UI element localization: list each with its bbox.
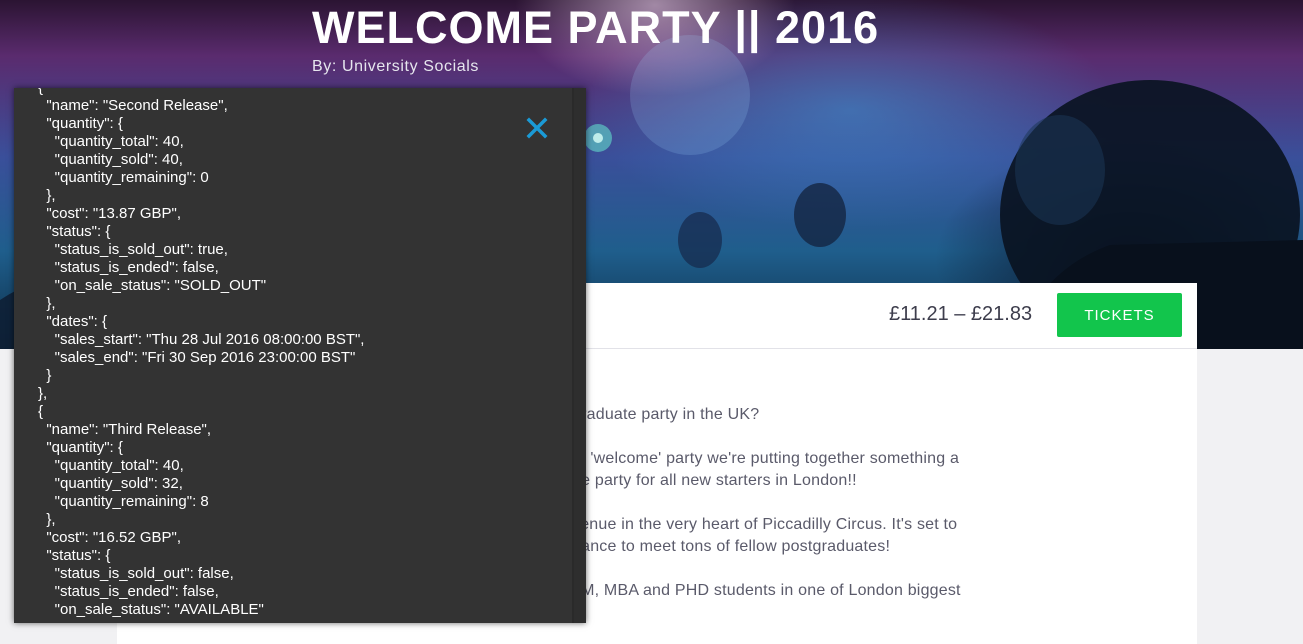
tickets-button[interactable]: TICKETS <box>1057 293 1182 337</box>
description-line: LM, MBA and PHD students in one of Londo… <box>572 582 961 599</box>
description-line: ge party for all new starters in London!… <box>572 472 857 489</box>
description-line: nt 'welcome' party we're putting togethe… <box>572 450 960 467</box>
price-range: £11.21 – £21.83 <box>889 303 1033 325</box>
event-title: WELCOME PARTY || 2016 <box>312 2 880 53</box>
json-text: { "name": "Second Release", "quantity": … <box>38 88 365 618</box>
description-line: venue in the very heart of Piccadilly Ci… <box>572 516 958 533</box>
description-line: graduate party in the UK? <box>572 406 760 423</box>
close-icon[interactable] <box>524 115 550 141</box>
scrollbar-track[interactable] <box>572 88 574 623</box>
description-line: hance to meet tons of fellow postgraduat… <box>572 538 891 555</box>
json-debug-overlay: { "name": "Second Release", "quantity": … <box>14 88 586 623</box>
scrollbar-thumb[interactable] <box>576 198 582 326</box>
event-organizer[interactable]: By: University Socials <box>312 58 479 76</box>
